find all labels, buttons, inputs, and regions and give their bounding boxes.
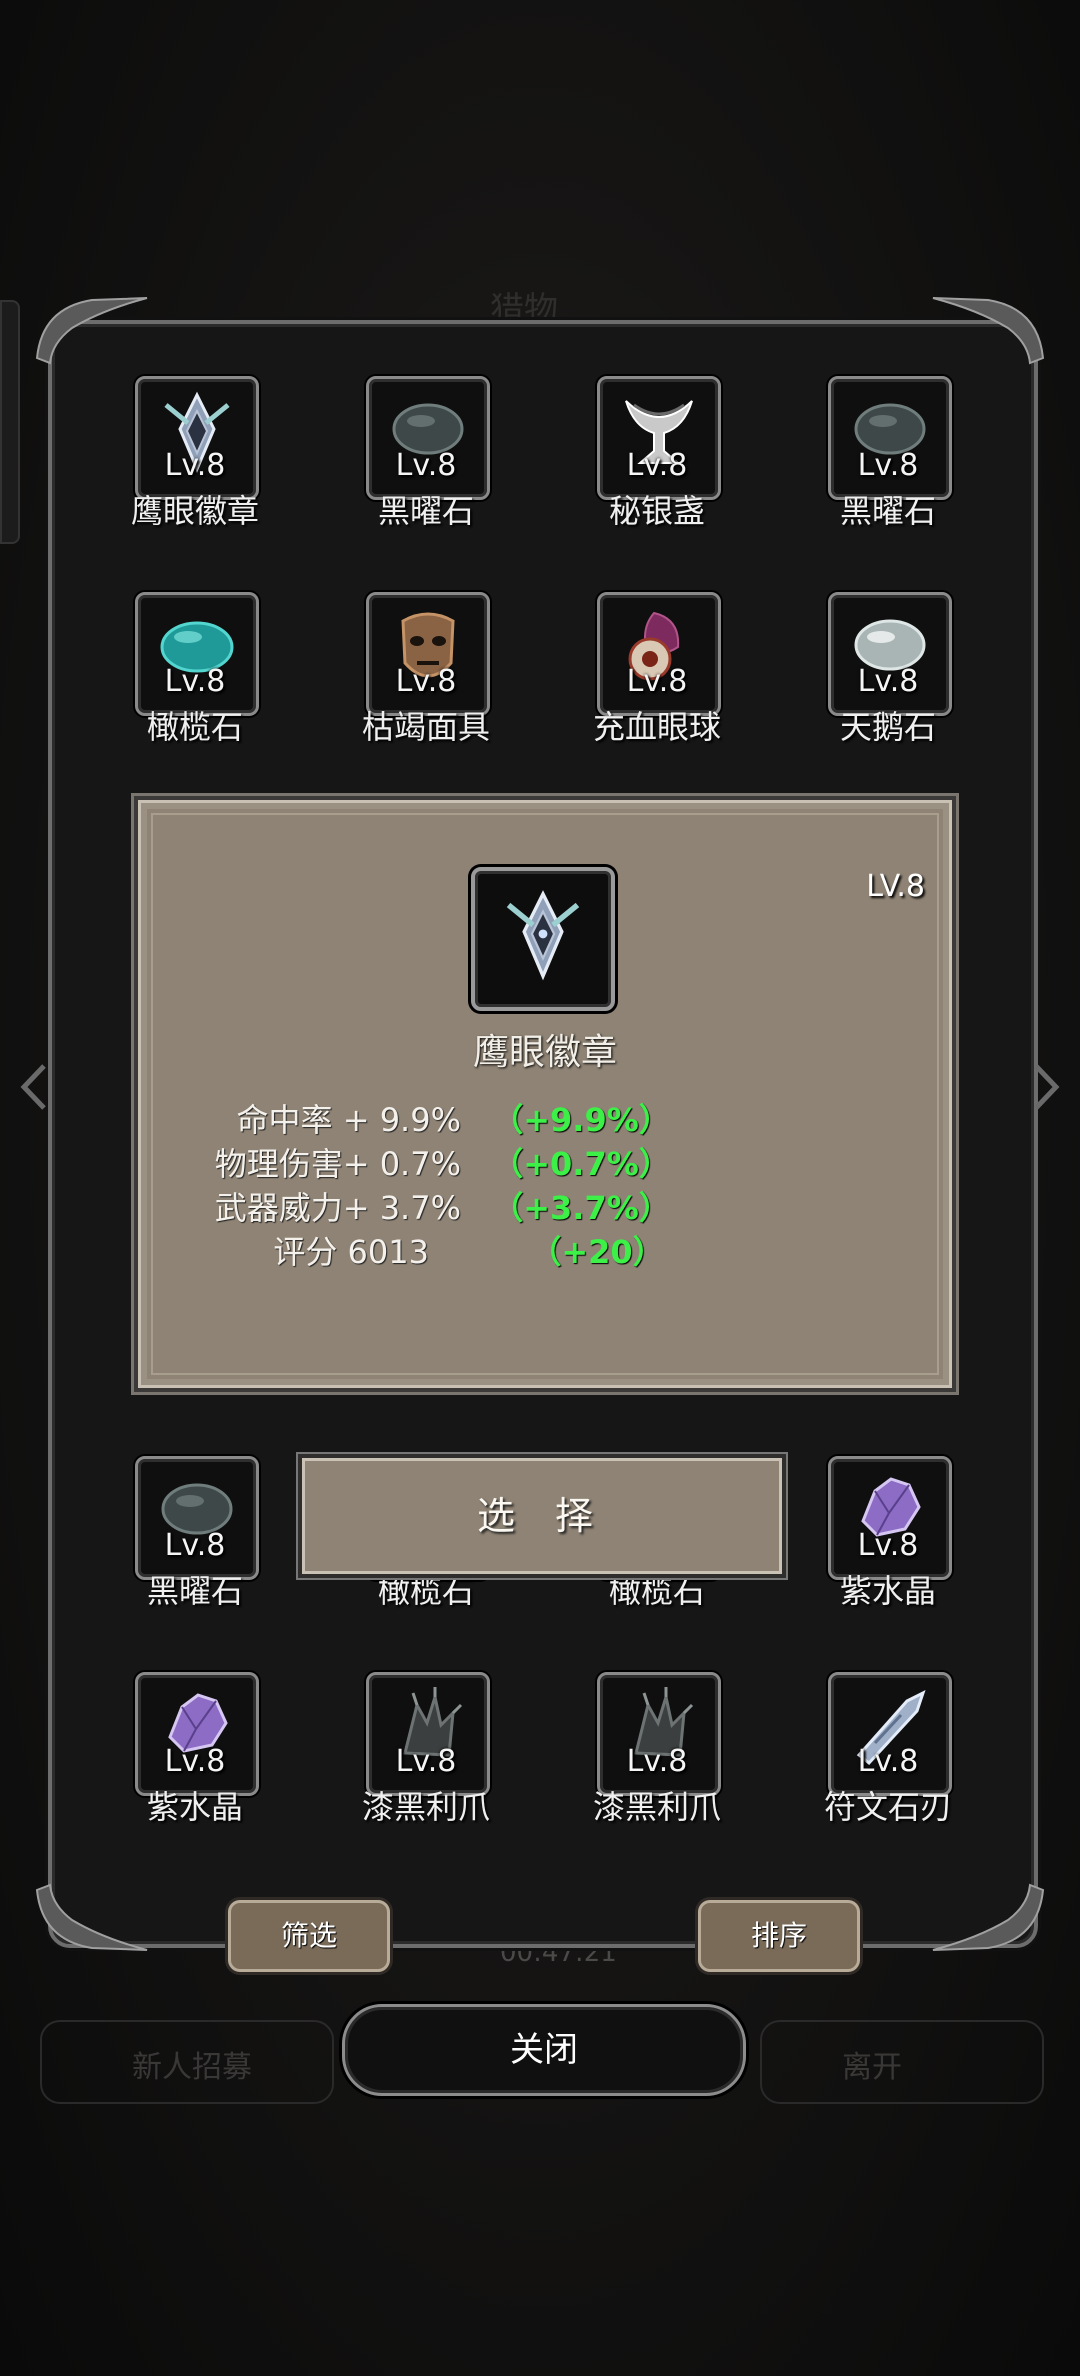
select-button[interactable]: 选 择: [302, 1458, 782, 1574]
item-name: 紫水晶: [839, 1572, 936, 1610]
stat-bonus: （+20）: [529, 1233, 665, 1271]
item-level: Lv.8: [857, 664, 919, 699]
item-slot[interactable]: Lv.8 漆黑利爪: [316, 1672, 536, 1832]
eagle-eye-badge-icon: [506, 890, 580, 981]
item-level: Lv.8: [857, 448, 919, 483]
item-name: 秘银盏: [608, 492, 705, 530]
close-button[interactable]: 关闭: [342, 2004, 746, 2096]
item-slot[interactable]: Lv.8 橄榄石: [85, 592, 305, 752]
item-level: Lv.8: [395, 448, 457, 483]
bg-leave-label: 离开: [842, 2050, 902, 2085]
item-slot[interactable]: Lv.8 黑曜石: [85, 1456, 305, 1616]
page-right-arrow-icon[interactable]: [1032, 1062, 1062, 1112]
stat-bonus: （+9.9%）: [491, 1101, 671, 1139]
item-name: 紫水晶: [146, 1788, 243, 1826]
item-slot[interactable]: Lv.8 枯竭面具: [316, 592, 536, 752]
item-level: Lv.8: [857, 1528, 919, 1563]
item-level: Lv.8: [626, 1744, 688, 1779]
stat-label: 评分 6013: [273, 1233, 429, 1271]
bg-left-panel-edge: [0, 300, 20, 544]
detail-item-icon-frame: [471, 867, 615, 1011]
bg-leave-button: [760, 2020, 1044, 2104]
stat-bonus: （+0.7%）: [491, 1145, 671, 1183]
item-slot[interactable]: Lv.8 紫水晶: [778, 1456, 998, 1616]
item-level: Lv.8: [857, 1744, 919, 1779]
item-level: Lv.8: [164, 1528, 226, 1563]
item-slot[interactable]: Lv.8 充血眼球: [547, 592, 767, 752]
sort-button[interactable]: 排序: [698, 1900, 860, 1972]
item-slot[interactable]: Lv.8 紫水晶: [85, 1672, 305, 1832]
item-name: 漆黑利爪: [361, 1788, 490, 1826]
stat-label: 物理伤害+ 0.7%: [214, 1145, 461, 1183]
item-level: Lv.8: [626, 664, 688, 699]
item-name: 漆黑利爪: [592, 1788, 721, 1826]
filter-button[interactable]: 筛选: [228, 1900, 390, 1972]
item-slot[interactable]: Lv.8 黑曜石: [316, 376, 536, 536]
stat-label: 命中率 + 9.9%: [236, 1101, 461, 1139]
item-name: 天鹅石: [839, 708, 936, 746]
item-level: Lv.8: [395, 1744, 457, 1779]
item-slot[interactable]: Lv.8 鹰眼徽章: [85, 376, 305, 536]
item-slot[interactable]: Lv.8 天鹅石: [778, 592, 998, 752]
page-left-arrow-icon[interactable]: [18, 1062, 48, 1112]
item-name: 黑曜石: [146, 1572, 243, 1610]
item-level: Lv.8: [395, 664, 457, 699]
bg-recruit-label: 新人招募: [132, 2050, 252, 2085]
item-name: 黑曜石: [377, 492, 474, 530]
item-slot[interactable]: Lv.8 漆黑利爪: [547, 1672, 767, 1832]
item-slot[interactable]: Lv.8 符文石刃: [778, 1672, 998, 1832]
stat-label: 武器威力+ 3.7%: [214, 1189, 461, 1227]
detail-level: LV.8: [866, 869, 925, 904]
ornament-top-right: [932, 297, 1045, 365]
item-name: 鹰眼徽章: [130, 492, 259, 530]
detail-item-name: 鹰眼徽章: [472, 1032, 617, 1073]
item-name: 充血眼球: [592, 708, 721, 746]
ornament-top-left: [35, 297, 148, 365]
item-name: 黑曜石: [839, 492, 936, 530]
ornament-bottom-left: [35, 1883, 148, 1951]
stat-bonus: （+3.7%）: [491, 1189, 671, 1227]
item-detail-popup: LV.8 鹰眼徽章 命中率 + 9.9% （+9.9%） 物理伤害+ 0.7% …: [138, 800, 952, 1388]
item-slot[interactable]: Lv.8 黑曜石: [778, 376, 998, 536]
item-name: 符文石刃: [823, 1788, 952, 1826]
item-level: Lv.8: [164, 1744, 226, 1779]
item-name: 橄榄石: [146, 708, 243, 746]
item-level: Lv.8: [626, 448, 688, 483]
ornament-bottom-right: [932, 1883, 1045, 1951]
item-slot[interactable]: Lv.8 秘银盏: [547, 376, 767, 536]
item-level: Lv.8: [164, 664, 226, 699]
item-level: Lv.8: [164, 448, 226, 483]
item-name: 枯竭面具: [361, 708, 490, 746]
